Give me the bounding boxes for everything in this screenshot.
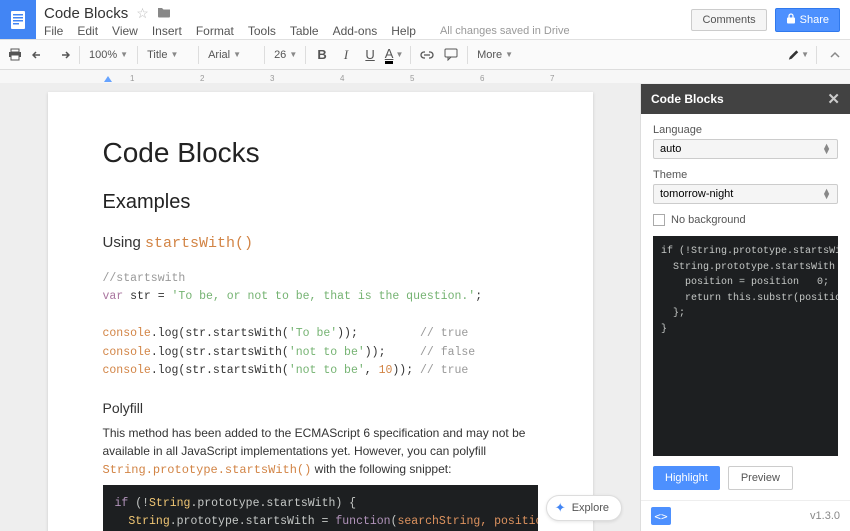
link-icon[interactable] xyxy=(416,44,438,66)
code-block-dark[interactable]: if (!String.prototype.startsWith) { Stri… xyxy=(103,485,538,531)
page[interactable]: Code Blocks Examples Using startsWith() … xyxy=(48,92,593,531)
undo-icon[interactable] xyxy=(28,44,50,66)
share-button[interactable]: Share xyxy=(775,8,840,32)
edit-mode-icon[interactable]: ▼ xyxy=(787,44,809,66)
sidebar: Code Blocks ✕ Language auto ▲▼ Theme tom… xyxy=(640,84,850,531)
star-icon[interactable]: ☆ xyxy=(136,5,149,22)
style-select[interactable]: Title▼ xyxy=(143,47,193,63)
heading-using[interactable]: Using startsWith() xyxy=(103,234,538,252)
chevron-updown-icon: ▲▼ xyxy=(822,189,831,200)
heading-examples[interactable]: Examples xyxy=(103,191,538,214)
redo-icon[interactable] xyxy=(52,44,74,66)
docs-logo[interactable] xyxy=(0,0,36,39)
menu-tools[interactable]: Tools xyxy=(248,24,276,38)
page-title[interactable]: Code Blocks xyxy=(103,137,538,169)
indent-marker-icon[interactable] xyxy=(104,76,112,82)
menu-addons[interactable]: Add-ons xyxy=(333,24,378,38)
theme-select[interactable]: tomorrow-night ▲▼ xyxy=(653,184,838,204)
document-title[interactable]: Code Blocks xyxy=(44,5,128,22)
preview-button[interactable]: Preview xyxy=(728,466,793,490)
print-icon[interactable] xyxy=(4,44,26,66)
folder-icon[interactable] xyxy=(157,5,171,21)
code-icon[interactable]: <> xyxy=(651,507,671,525)
text-color-button[interactable]: A▼ xyxy=(383,44,405,66)
menu-table[interactable]: Table xyxy=(290,24,319,38)
menu-insert[interactable]: Insert xyxy=(152,24,182,38)
share-label: Share xyxy=(800,14,829,26)
menu-view[interactable]: View xyxy=(112,24,138,38)
version-label: v1.3.0 xyxy=(810,510,840,522)
comments-button[interactable]: Comments xyxy=(691,9,766,31)
language-select[interactable]: auto ▲▼ xyxy=(653,139,838,159)
font-select[interactable]: Arial▼ xyxy=(204,47,259,63)
comment-icon[interactable] xyxy=(440,44,462,66)
menu-edit[interactable]: Edit xyxy=(77,24,98,38)
checkbox-icon[interactable] xyxy=(653,214,665,226)
bold-button[interactable]: B xyxy=(311,44,333,66)
document-canvas[interactable]: Code Blocks Examples Using startsWith() … xyxy=(0,84,640,531)
menu-bar: File Edit View Insert Format Tools Table… xyxy=(44,22,683,40)
expand-icon[interactable] xyxy=(824,44,846,66)
underline-button[interactable]: U xyxy=(359,44,381,66)
sidebar-code-preview: if (!String.prototype.startsWith) { Stri… xyxy=(653,236,838,456)
font-size-select[interactable]: 26▼ xyxy=(270,47,300,63)
toolbar: 100%▼ Title▼ Arial▼ 26▼ B I U A▼ More▼ ▼ xyxy=(0,40,850,70)
no-background-checkbox[interactable]: No background xyxy=(653,214,838,226)
ruler[interactable]: 1 2 3 4 5 6 7 xyxy=(0,70,850,84)
sidebar-title: Code Blocks xyxy=(651,92,724,106)
more-button[interactable]: More▼ xyxy=(473,47,517,63)
menu-help[interactable]: Help xyxy=(391,24,416,38)
paragraph-polyfill[interactable]: This method has been added to the ECMASc… xyxy=(103,424,538,479)
close-icon[interactable]: ✕ xyxy=(827,90,840,108)
italic-button[interactable]: I xyxy=(335,44,357,66)
menu-format[interactable]: Format xyxy=(196,24,234,38)
explore-icon: ✦ xyxy=(555,500,566,516)
zoom-select[interactable]: 100%▼ xyxy=(85,47,132,63)
theme-label: Theme xyxy=(653,169,838,181)
highlight-button[interactable]: Highlight xyxy=(653,466,720,490)
explore-button[interactable]: ✦ Explore xyxy=(546,495,622,521)
code-block-light[interactable]: //startswith var str = 'To be, or not to… xyxy=(103,262,538,398)
language-label: Language xyxy=(653,124,838,136)
save-status: All changes saved in Drive xyxy=(440,25,570,37)
menu-file[interactable]: File xyxy=(44,24,63,38)
chevron-updown-icon: ▲▼ xyxy=(822,144,831,155)
lock-icon xyxy=(786,13,796,27)
heading-polyfill[interactable]: Polyfill xyxy=(103,400,538,416)
